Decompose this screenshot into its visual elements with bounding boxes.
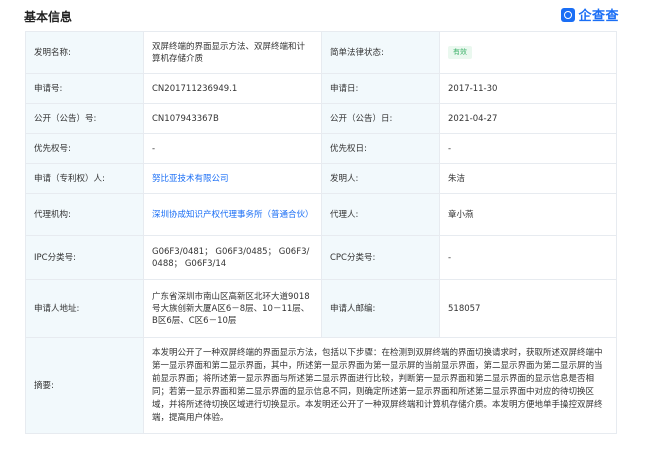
abstract-value: 本发明公开了一种双屏终端的界面显示方法，包括以下步骤：在检测到双屏终端的界面切换… bbox=[143, 337, 617, 434]
agency-label: 代理机构: bbox=[25, 193, 144, 236]
pub-date-value: 2021-04-27 bbox=[439, 103, 617, 134]
ipc-value: G06F3/0481； G06F3/0485； G06F3/0488； G06F… bbox=[143, 235, 322, 280]
table-row: 代理机构: 深圳协成知识产权代理事务所（普通合伙） 代理人: 章小燕 bbox=[25, 193, 617, 236]
status-badge: 有效 bbox=[448, 46, 472, 59]
name-label: 发明名称: bbox=[25, 31, 144, 74]
agent-label: 代理人: bbox=[321, 193, 440, 236]
name-value: 双屏终端的界面显示方法、双屏终端和计算机存储介质 bbox=[143, 31, 322, 74]
pub-no-label: 公开（公告）号: bbox=[25, 103, 144, 134]
address-label: 申请人地址: bbox=[25, 279, 144, 338]
applicant-label: 申请（专利权）人: bbox=[25, 163, 144, 194]
cpc-label: CPC分类号: bbox=[321, 235, 440, 280]
table-row: 申请号: CN201711236949.1 申请日: 2017-11-30 bbox=[25, 73, 617, 104]
priority-date-label: 优先权日: bbox=[321, 133, 440, 164]
abstract-label: 摘要: bbox=[25, 337, 144, 434]
pub-no-value: CN107943367B bbox=[143, 103, 322, 134]
table-row: 发明名称: 双屏终端的界面显示方法、双屏终端和计算机存储介质 简单法律状态: 有… bbox=[25, 31, 617, 74]
app-date-label: 申请日: bbox=[321, 73, 440, 104]
address-value: 广东省深圳市南山区高新区北环大道9018号大族创新大厦A区6－8层、10－11层… bbox=[143, 279, 322, 338]
brand[interactable]: 企查查 bbox=[561, 5, 619, 24]
postcode-value: 518057 bbox=[439, 279, 617, 338]
priority-no-label: 优先权号: bbox=[25, 133, 144, 164]
inventor-label: 发明人: bbox=[321, 163, 440, 194]
cpc-value: - bbox=[439, 235, 617, 280]
table-row: 摘要: 本发明公开了一种双屏终端的界面显示方法，包括以下步骤：在检测到双屏终端的… bbox=[25, 337, 617, 434]
header: 基本信息 企查查 bbox=[0, 0, 653, 30]
app-no-label: 申请号: bbox=[25, 73, 144, 104]
brand-name: 企查查 bbox=[578, 9, 619, 24]
applicant-link[interactable]: 努比亚技术有限公司 bbox=[143, 163, 322, 194]
status-cell: 有效 bbox=[439, 31, 617, 74]
table-row: 优先权号: - 优先权日: - bbox=[25, 133, 617, 164]
table-row: 公开（公告）号: CN107943367B 公开（公告）日: 2021-04-2… bbox=[25, 103, 617, 134]
agency-link[interactable]: 深圳协成知识产权代理事务所（普通合伙） bbox=[143, 193, 322, 236]
app-no-value: CN201711236949.1 bbox=[143, 73, 322, 104]
priority-date-value: - bbox=[439, 133, 617, 164]
patent-info-table: 发明名称: 双屏终端的界面显示方法、双屏终端和计算机存储介质 简单法律状态: 有… bbox=[25, 31, 617, 434]
agent-value: 章小燕 bbox=[439, 193, 617, 236]
inventor-value: 朱洁 bbox=[439, 163, 617, 194]
pub-date-label: 公开（公告）日: bbox=[321, 103, 440, 134]
priority-no-value: - bbox=[143, 133, 322, 164]
table-row: 申请人地址: 广东省深圳市南山区高新区北环大道9018号大族创新大厦A区6－8层… bbox=[25, 279, 617, 338]
status-label: 简单法律状态: bbox=[321, 31, 440, 74]
ipc-label: IPC分类号: bbox=[25, 235, 144, 280]
table-row: 申请（专利权）人: 努比亚技术有限公司 发明人: 朱洁 bbox=[25, 163, 617, 194]
table-row: IPC分类号: G06F3/0481； G06F3/0485； G06F3/04… bbox=[25, 235, 617, 280]
app-date-value: 2017-11-30 bbox=[439, 73, 617, 104]
qichacha-logo-icon bbox=[561, 7, 576, 22]
section-title: 基本信息 bbox=[24, 10, 73, 24]
postcode-label: 申请人邮编: bbox=[321, 279, 440, 338]
